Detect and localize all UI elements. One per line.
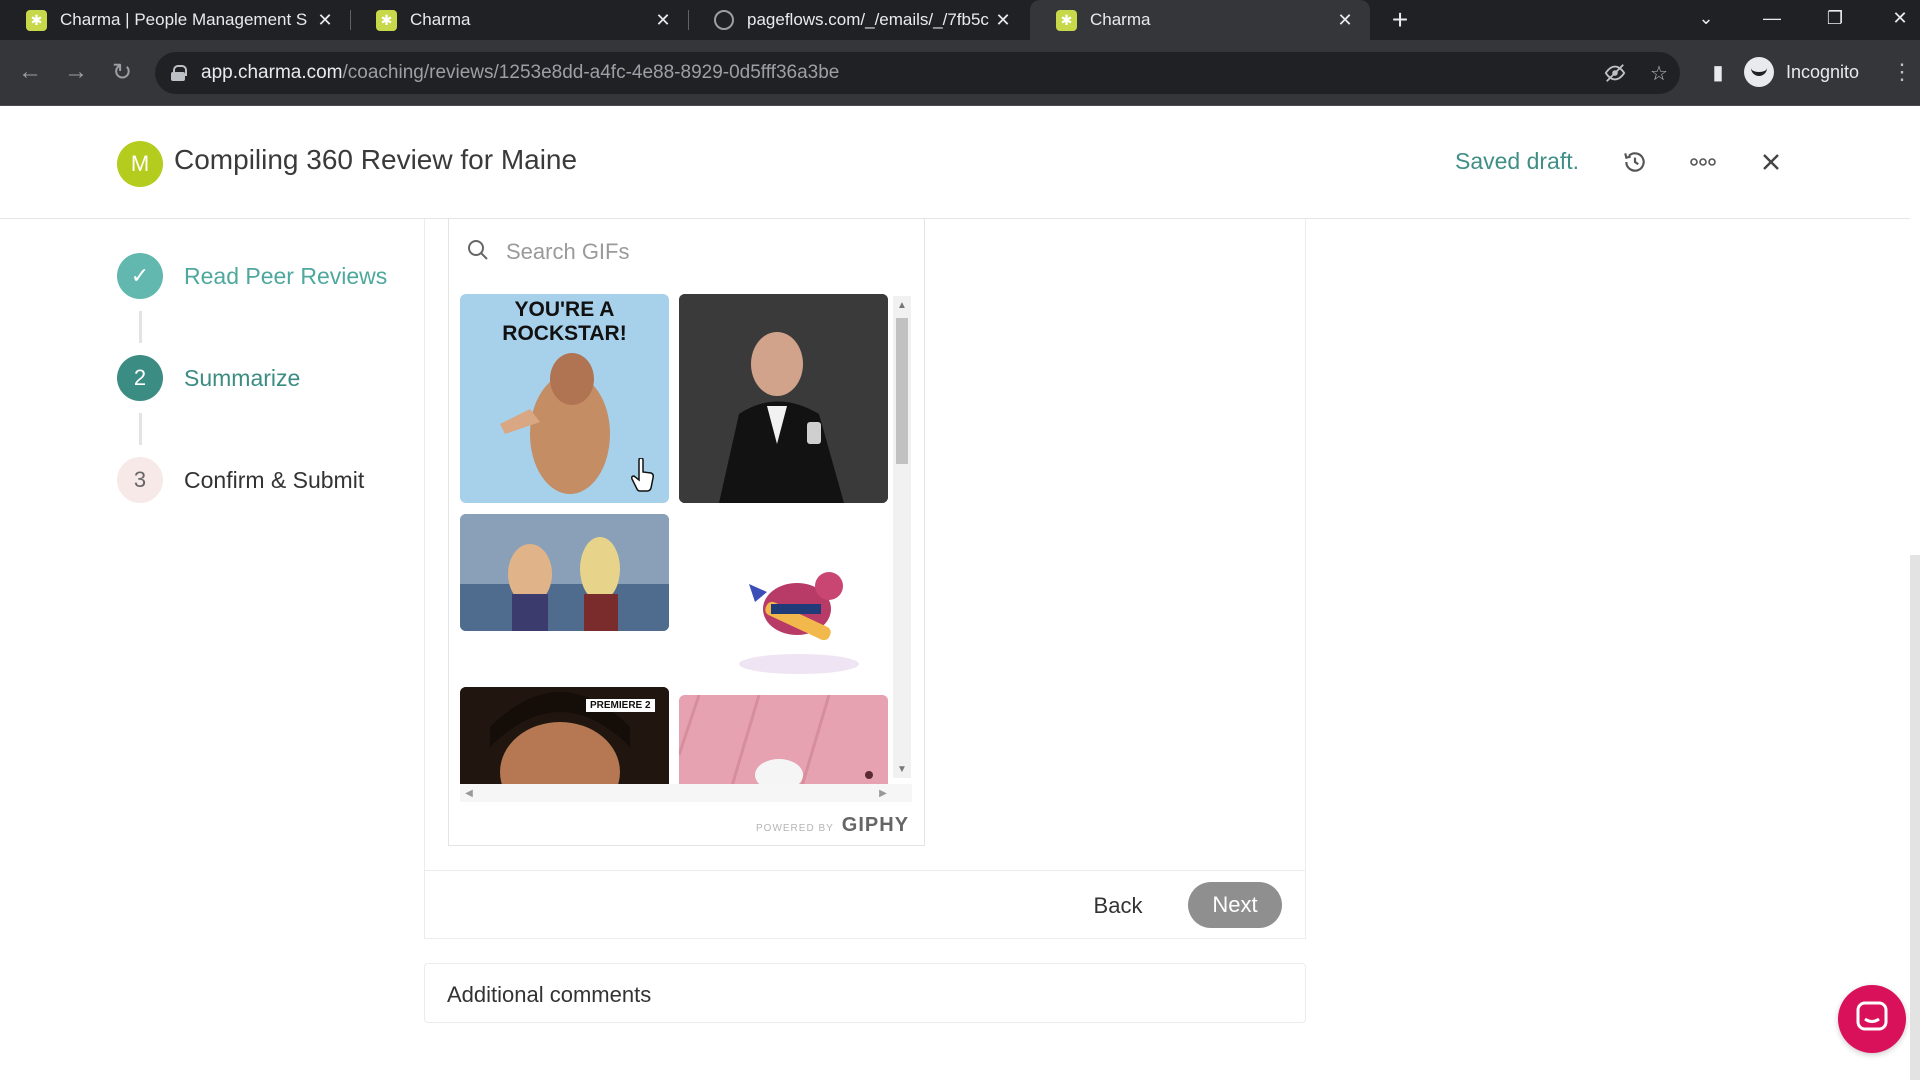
scroll-right-arrow-icon[interactable]: ▶ (874, 784, 892, 802)
tab-title: Charma | People Management S (60, 10, 308, 29)
close-icon[interactable] (1751, 142, 1791, 182)
window-close-icon[interactable]: ✕ (1870, 0, 1920, 36)
incognito-label: Incognito (1786, 61, 1860, 82)
lock-icon (171, 65, 187, 81)
next-button[interactable]: Next (1188, 882, 1282, 928)
gif-caption: YOU'RE A ROCKSTAR! (502, 298, 627, 345)
giphy-attribution: POWERED BY GIPHY (756, 814, 909, 837)
browser-tab-active[interactable]: ✱ Charma ✕ (1030, 0, 1370, 40)
browser-menu-icon[interactable]: ⋮ (1890, 54, 1914, 90)
step-number: 3 (117, 457, 163, 503)
tab-title: Charma (1090, 10, 1151, 29)
tab-close-icon[interactable]: ✕ (992, 10, 1014, 31)
step-label: Confirm & Submit (184, 466, 365, 493)
page-title: Compiling 360 Review for Maine (174, 144, 578, 175)
powered-by-label: POWERED BY (756, 823, 834, 834)
charma-favicon-icon: ✱ (376, 9, 397, 31)
incognito-icon (1744, 57, 1774, 87)
gif-tile[interactable]: PREMIERE 2 (460, 687, 669, 796)
gif-tile[interactable] (679, 514, 888, 684)
reload-icon[interactable]: ↻ (104, 54, 140, 90)
page-scrollbar[interactable] (1910, 555, 1920, 1080)
globe-icon (714, 10, 734, 30)
additional-comments-section[interactable]: Additional comments (424, 963, 1306, 1023)
browser-tab[interactable]: pageflows.com/_/emails/_/7fb5c ✕ (688, 0, 1028, 40)
giphy-logo: GIPHY (841, 814, 910, 836)
gif-tile[interactable] (679, 294, 888, 503)
browser-toolbar: ← → ↻ app.charma.com/coaching/reviews/12… (0, 40, 1920, 106)
back-arrow-icon[interactable]: ← (12, 54, 48, 90)
step-read-peer-reviews[interactable]: ✓ Read Peer Reviews (117, 253, 387, 299)
gif-search-bar (466, 232, 886, 272)
side-panel-icon[interactable]: ▮ (1700, 54, 1736, 90)
url-text: app.charma.com/coaching/reviews/1253e8dd… (201, 62, 840, 83)
check-icon: ✓ (117, 253, 163, 299)
gif-vertical-scrollbar[interactable]: ▲ ▼ (893, 296, 911, 778)
minimize-icon[interactable]: — (1742, 0, 1802, 36)
tab-close-icon[interactable]: ✕ (1334, 10, 1356, 31)
hand-cursor-icon (631, 457, 655, 492)
tab-close-icon[interactable]: ✕ (652, 10, 674, 31)
gif-tile[interactable] (679, 695, 888, 796)
step-number: 2 (117, 355, 163, 401)
browser-tab[interactable]: ✱ Charma ✕ (350, 0, 688, 40)
charma-favicon-icon: ✱ (1056, 9, 1077, 31)
tab-search-icon[interactable]: ⌄ (1676, 0, 1736, 36)
gif-tile[interactable] (460, 514, 669, 631)
incognito-profile[interactable]: Incognito (1744, 54, 1859, 90)
tab-title: Charma (410, 10, 471, 29)
tab-title: pageflows.com/_/emails/_/7fb5c (747, 10, 989, 29)
step-label: Summarize (184, 364, 301, 391)
address-bar[interactable]: app.charma.com/coaching/reviews/1253e8dd… (155, 52, 1680, 94)
avatar: M (117, 141, 163, 187)
step-label: Read Peer Reviews (184, 262, 388, 289)
step-confirm-submit[interactable]: 3 Confirm & Submit (117, 457, 364, 503)
history-icon[interactable] (1615, 142, 1655, 182)
new-tab-button[interactable]: + (1384, 4, 1416, 36)
forward-arrow-icon[interactable]: → (58, 54, 94, 90)
gif-caption: PREMIERE 2 (586, 699, 655, 712)
gif-horizontal-scrollbar[interactable]: ◀ ▶ (460, 784, 912, 802)
scroll-up-arrow-icon[interactable]: ▲ (893, 296, 911, 314)
gif-search-input[interactable] (506, 239, 866, 265)
scroll-down-arrow-icon[interactable]: ▼ (893, 760, 911, 778)
chat-icon (1855, 1000, 1889, 1039)
browser-tab[interactable]: ✱ Charma | People Management S ✕ (0, 0, 350, 40)
tracking-protection-icon[interactable] (1597, 52, 1633, 94)
charma-favicon-icon: ✱ (26, 9, 47, 31)
step-connector (139, 413, 142, 445)
step-summarize[interactable]: 2 Summarize (117, 355, 300, 401)
restore-icon[interactable]: ❐ (1805, 0, 1865, 36)
search-icon (466, 238, 490, 267)
step-connector (139, 311, 142, 343)
tab-close-icon[interactable]: ✕ (314, 10, 336, 31)
comments-label: Additional comments (447, 982, 652, 1007)
browser-tab-bar: ✱ Charma | People Management S ✕ ✱ Charm… (0, 0, 1920, 40)
review-header: M Compiling 360 Review for Maine Saved d… (0, 106, 1910, 219)
back-button[interactable]: Back (1070, 884, 1166, 928)
scrollbar-thumb[interactable] (896, 318, 908, 464)
more-options-icon[interactable] (1683, 142, 1723, 182)
scroll-left-arrow-icon[interactable]: ◀ (460, 784, 478, 802)
bookmark-star-icon[interactable]: ☆ (1641, 52, 1677, 94)
chat-support-button[interactable] (1838, 985, 1906, 1053)
gif-results: YOU'RE A ROCKSTAR! PREMIERE 2 (460, 294, 912, 796)
card-divider (424, 870, 1306, 871)
save-status: Saved draft. (1455, 148, 1580, 174)
